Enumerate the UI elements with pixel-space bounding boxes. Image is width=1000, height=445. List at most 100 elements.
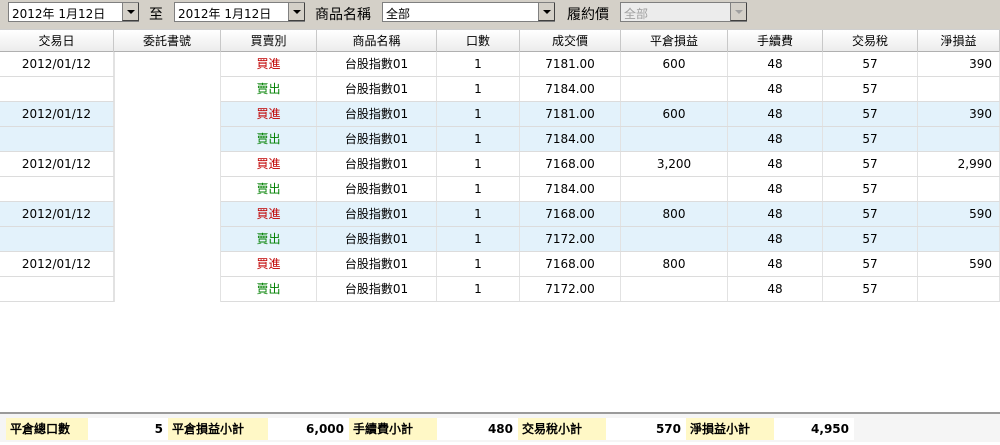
cell-qty: 1 (437, 52, 520, 76)
cell-net-pl: 390 (918, 102, 1000, 126)
cell-fee: 48 (728, 152, 823, 176)
cell-net-pl (918, 277, 1000, 301)
cell-tax: 57 (823, 52, 918, 76)
col-header-product[interactable]: 商品名稱 (317, 30, 437, 52)
cell-side: 買進 (221, 102, 317, 126)
cell-net-pl (918, 177, 1000, 201)
dropdown-arrow-icon[interactable] (288, 3, 305, 21)
cell-close-pl (621, 127, 728, 151)
cell-fee: 48 (728, 177, 823, 201)
cell-date (0, 277, 114, 301)
cell-qty: 1 (437, 252, 520, 276)
cell-fee: 48 (728, 277, 823, 301)
cell-tax: 57 (823, 202, 918, 226)
cell-fee: 48 (728, 102, 823, 126)
summary-bar: 平倉總口數 5 平倉損益小計 6,000 手續費小計 480 交易稅小計 570… (0, 412, 1000, 442)
cell-close-pl: 800 (621, 202, 728, 226)
cell-date (0, 227, 114, 251)
cell-qty: 1 (437, 127, 520, 151)
cell-close-pl (621, 177, 728, 201)
tax-total-label: 交易稅小計 (518, 418, 606, 440)
date-to-select[interactable]: 2012年 1月12日 (174, 2, 305, 22)
cell-date: 2012/01/12 (0, 202, 114, 226)
cell-price: 7184.00 (520, 127, 621, 151)
product-select[interactable]: 全部 (382, 2, 555, 22)
cell-qty: 1 (437, 77, 520, 101)
cell-product: 台股指數01 (317, 102, 437, 126)
cell-close-pl (621, 277, 728, 301)
cell-price: 7181.00 (520, 52, 621, 76)
to-label: 至 (149, 7, 163, 23)
date-to-value: 2012年 1月12日 (178, 7, 272, 21)
close-qty-label: 平倉總口數 (6, 418, 88, 440)
cell-close-pl (621, 77, 728, 101)
cell-close-pl: 600 (621, 52, 728, 76)
close-pl-label: 平倉損益小計 (168, 418, 268, 440)
strike-select[interactable]: 全部 (620, 2, 747, 22)
cell-tax: 57 (823, 102, 918, 126)
cell-close-pl: 600 (621, 102, 728, 126)
cell-side: 買進 (221, 252, 317, 276)
cell-tax: 57 (823, 277, 918, 301)
col-header-close-pl[interactable]: 平倉損益 (621, 30, 728, 52)
cell-date (0, 127, 114, 151)
grid-header: 交易日 委託書號 買賣別 商品名稱 口數 成交價 平倉損益 手續費 交易稅 淨損… (0, 29, 1000, 52)
cell-qty: 1 (437, 202, 520, 226)
cell-fee: 48 (728, 227, 823, 251)
dropdown-arrow-icon[interactable] (538, 3, 555, 21)
close-qty-value: 5 (88, 418, 168, 440)
date-from-value: 2012年 1月12日 (12, 7, 106, 21)
cell-qty: 1 (437, 227, 520, 251)
order-no-column (114, 52, 221, 302)
cell-close-pl: 3,200 (621, 152, 728, 176)
cell-net-pl (918, 127, 1000, 151)
cell-tax: 57 (823, 177, 918, 201)
close-pl-value: 6,000 (268, 418, 349, 440)
cell-product: 台股指數01 (317, 227, 437, 251)
cell-product: 台股指數01 (317, 277, 437, 301)
cell-tax: 57 (823, 77, 918, 101)
cell-price: 7168.00 (520, 252, 621, 276)
date-from-select[interactable]: 2012年 1月12日 (8, 2, 139, 22)
net-total-label: 淨損益小計 (686, 418, 774, 440)
cell-product: 台股指數01 (317, 177, 437, 201)
col-header-order-no[interactable]: 委託書號 (114, 30, 221, 52)
dropdown-arrow-icon[interactable] (730, 3, 747, 21)
cell-price: 7172.00 (520, 227, 621, 251)
filter-bar: 2012年 1月12日 至 2012年 1月12日 商品名稱 全部 履約價 全部 (0, 0, 1000, 29)
cell-fee: 48 (728, 52, 823, 76)
cell-tax: 57 (823, 252, 918, 276)
cell-close-pl: 800 (621, 252, 728, 276)
product-label: 商品名稱 (315, 7, 371, 23)
col-header-price[interactable]: 成交價 (520, 30, 621, 52)
cell-side: 賣出 (221, 277, 317, 301)
cell-product: 台股指數01 (317, 252, 437, 276)
cell-date: 2012/01/12 (0, 52, 114, 76)
col-header-date[interactable]: 交易日 (0, 30, 114, 52)
cell-price: 7184.00 (520, 77, 621, 101)
strike-value: 全部 (624, 7, 649, 21)
col-header-tax[interactable]: 交易稅 (823, 30, 918, 52)
net-total-value: 4,950 (774, 418, 854, 440)
cell-price: 7172.00 (520, 277, 621, 301)
cell-price: 7168.00 (520, 152, 621, 176)
tax-total-value: 570 (606, 418, 686, 440)
cell-side: 賣出 (221, 177, 317, 201)
cell-product: 台股指數01 (317, 152, 437, 176)
dropdown-arrow-icon[interactable] (122, 3, 139, 21)
col-header-qty[interactable]: 口數 (437, 30, 520, 52)
cell-date: 2012/01/12 (0, 102, 114, 126)
cell-net-pl (918, 77, 1000, 101)
strike-label: 履約價 (567, 7, 609, 23)
col-header-side[interactable]: 買賣別 (221, 30, 317, 52)
col-header-fee[interactable]: 手續費 (728, 30, 823, 52)
cell-product: 台股指數01 (317, 77, 437, 101)
cell-net-pl: 390 (918, 52, 1000, 76)
cell-date (0, 177, 114, 201)
cell-qty: 1 (437, 277, 520, 301)
fee-total-value: 480 (437, 418, 518, 440)
col-header-net-pl[interactable]: 淨損益 (918, 30, 1000, 52)
cell-price: 7181.00 (520, 102, 621, 126)
product-value: 全部 (386, 7, 411, 21)
fee-total-label: 手續費小計 (349, 418, 437, 440)
